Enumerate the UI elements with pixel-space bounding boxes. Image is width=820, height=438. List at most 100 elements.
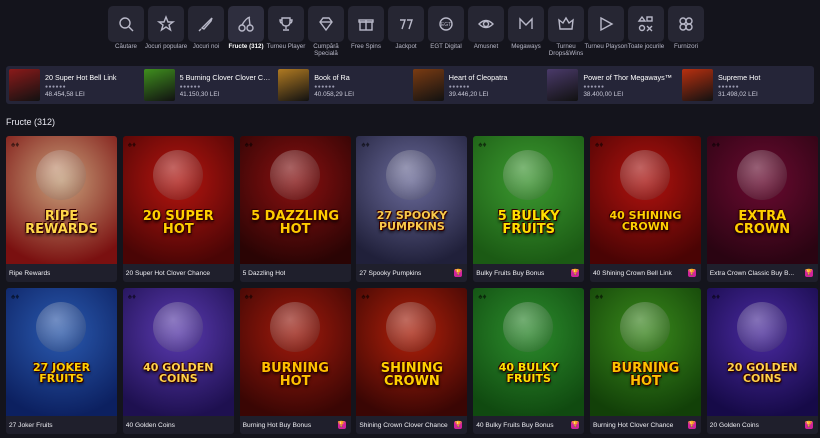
game-tile[interactable]: ♠♦ 20 SUPER HOT 20 Super Hot Clover Chance	[122, 136, 234, 282]
game-tile[interactable]: ♠♦ 5 DAZZLING HOT 5 Dazzling Hot	[239, 136, 351, 282]
category-cherry[interactable]: Fructe (312)	[228, 6, 264, 58]
game-tile[interactable]: ♠♦ 40 SHINING CROWN 40 Shining Crown Bell …	[589, 136, 701, 282]
tournament-badge-icon: 🏆	[571, 421, 580, 429]
game-name: Ripe Rewards	[9, 269, 51, 277]
jackpot-info: 5 Burning Clover Clover Ch... ●●●●●● 41.15…	[180, 73, 272, 98]
game-tile[interactable]: ♠♦ SHINING CROWN Shining Crown Clover Chan…	[356, 288, 468, 434]
tournament-badge-icon: 🏆	[454, 421, 463, 429]
tournament-badge-icon: 🏆	[687, 269, 696, 277]
tournament-badge-icon: 🏆	[804, 269, 813, 277]
category-megaways-m[interactable]: Megaways	[508, 6, 544, 58]
game-artwork: ♠♦ 40 BULKY FRUITS	[473, 288, 585, 416]
game-art-title: 5 DAZZLING HOT	[251, 209, 340, 237]
jackpot-rating: ●●●●●●	[45, 83, 67, 90]
card-suits-decoration: ♠♦	[711, 292, 721, 301]
jackpot-amount: 39.446,20 LEI	[448, 90, 489, 98]
game-tile[interactable]: ♠♦ 5 BULKY FRUITS Bulky Fruits Buy Bonus 🏆	[473, 136, 585, 282]
jackpot-item[interactable]: Book of Ra ●●●●●● 40.058,29 LEI	[275, 66, 410, 104]
jackpot-item[interactable]: Heart of Cleopatra ●●●●●● 39.446,20 LEI	[410, 66, 545, 104]
game-name: 20 Super Hot Clover Chance	[125, 269, 211, 277]
category-icon-box	[468, 6, 504, 42]
jackpot-info: Heart of Cleopatra ●●●●●● 39.446,20 LEI	[449, 73, 541, 98]
category-providers[interactable]: Furnizori	[668, 6, 704, 58]
game-tile[interactable]: ♠♦ 40 BULKY FRUITS 40 Bulky Fruits Buy Bon…	[473, 288, 585, 434]
jackpot-item[interactable]: Power of Thor Megaways™ ●●●●●● 38.400,00 L…	[544, 66, 679, 104]
game-footer: Shining Crown Clover Chance 🏆	[356, 416, 467, 434]
game-art-title: 20 GOLDEN COINS	[727, 361, 798, 385]
category-shapes[interactable]: Toate jocurile	[628, 6, 664, 58]
category-icon-box	[108, 6, 144, 42]
game-name: 40 Golden Coins	[125, 421, 175, 429]
game-symbol	[736, 150, 787, 200]
game-art-title: 40 SHINING CROWN	[609, 209, 682, 233]
jackpot-rating: ●●●●●●	[314, 83, 336, 90]
game-footer: 27 Joker Fruits	[6, 416, 117, 434]
rocket-icon	[198, 17, 213, 32]
card-suits-decoration: ♠♦	[594, 292, 604, 301]
tournament-badge-icon: 🏆	[571, 269, 580, 277]
game-artwork: ♠♦ 40 GOLDEN COINS	[122, 288, 234, 416]
game-artwork: ♠♦ BURNING HOT	[239, 288, 351, 416]
cherry-icon	[238, 16, 254, 32]
game-symbol	[269, 302, 320, 352]
game-footer: 27 Spooky Pumpkins 🏆	[356, 264, 467, 282]
game-art-title: 40 BULKY FRUITS	[498, 361, 559, 385]
game-artwork: ♠♦ 20 GOLDEN COINS	[706, 288, 818, 416]
tournament-badge-icon: 🏆	[454, 269, 463, 277]
category-diamond[interactable]: Cumpără Specială	[308, 6, 344, 58]
game-art-title: 27 JOKER FRUITS	[32, 361, 91, 385]
category-icon-box	[348, 6, 384, 42]
game-tile[interactable]: ♠♦ RIPE REWARDS Ripe Rewards	[6, 136, 117, 282]
category-icon-box	[308, 6, 344, 42]
category-sevens[interactable]: Jackpot	[388, 6, 424, 58]
game-tile[interactable]: ♠♦ 40 GOLDEN COINS 40 Golden Coins	[122, 288, 234, 434]
category-playson[interactable]: Turneu Playson	[584, 6, 628, 58]
game-footer: 40 Shining Crown Bell Link 🏆	[590, 264, 701, 282]
sevens-icon	[400, 19, 413, 30]
game-tile[interactable]: ♠♦ BURNING HOT Burning Hot Clover Chance 🏆	[589, 288, 701, 434]
game-art-title: BURNING HOT	[261, 361, 329, 389]
game-tile[interactable]: ♠♦ 27 JOKER FRUITS 27 Joker Fruits	[6, 288, 117, 434]
category-icon-box	[668, 6, 704, 42]
game-artwork: ♠♦ 5 DAZZLING HOT	[239, 136, 351, 264]
category-crown[interactable]: Turneu Drops&Wins	[548, 6, 584, 58]
egt-logo-icon: EGT	[439, 17, 453, 31]
game-tile[interactable]: ♠♦ BURNING HOT Burning Hot Buy Bonus 🏆	[239, 288, 351, 434]
game-footer: 40 Golden Coins	[123, 416, 234, 434]
jackpot-thumbnail	[412, 69, 444, 101]
jackpot-thumbnail	[278, 69, 310, 101]
game-symbol	[36, 302, 86, 352]
jackpot-info: Supreme Hot ●●●●●● 31.498,02 LEI	[718, 73, 810, 98]
jackpot-item[interactable]: 20 Super Hot Bell Link ●●●●●● 48.454,58 LE…	[6, 66, 141, 104]
category-star[interactable]: Jocuri populare	[145, 6, 187, 58]
game-footer: 5 Dazzling Hot	[240, 264, 351, 282]
category-trophy[interactable]: Turneu Player	[267, 6, 305, 58]
game-name: 5 Dazzling Hot	[242, 269, 286, 277]
category-label: Furnizori	[673, 43, 699, 50]
jackpot-item[interactable]: 5 Burning Clover Clover Ch... ●●●●●● 41.15…	[141, 66, 276, 104]
category-bar: Căutare Jocuri populare Jocuri noi Fructe (…	[108, 6, 716, 58]
star-icon	[156, 15, 176, 32]
tournament-badge-icon: 🏆	[337, 421, 346, 429]
category-search[interactable]: Căutare	[108, 6, 144, 58]
game-name: 40 Bulky Fruits Buy Bonus	[476, 421, 554, 429]
card-suits-decoration: ♠♦	[11, 292, 20, 301]
category-amusnet-eye[interactable]: Amusnet	[468, 6, 504, 58]
card-suits-decoration: ♠♦	[711, 140, 721, 149]
game-tile[interactable]: ♠♦ EXTRA CROWN Extra Crown Classic Buy B..…	[706, 136, 818, 282]
game-grid: ♠♦ RIPE REWARDS Ripe Rewards ♠♦ 20 SUPER HOT…	[6, 136, 818, 434]
category-rocket[interactable]: Jocuri noi	[188, 6, 224, 58]
category-icon-box	[508, 6, 544, 42]
jackpot-name: 5 Burning Clover Clover Ch...	[179, 72, 272, 82]
game-footer: Burning Hot Buy Bonus 🏆	[240, 416, 351, 434]
game-name: Bulky Fruits Buy Bonus	[476, 269, 545, 277]
card-suits-decoration: ♠♦	[478, 292, 487, 301]
game-art-title: SHINING CROWN	[380, 361, 444, 389]
jackpot-amount: 31.498,02 LEI	[717, 90, 758, 98]
jackpot-name: Power of Thor Megaways™	[583, 72, 672, 82]
game-tile[interactable]: ♠♦ 20 GOLDEN COINS 20 Golden Coins 🏆	[706, 288, 818, 434]
category-gift[interactable]: Free Spins	[348, 6, 384, 58]
game-tile[interactable]: ♠♦ 27 SPOOKY PUMPKINS 27 Spooky Pumpkins 🏆	[356, 136, 468, 282]
category-egt-logo[interactable]: EGT EGT Digital	[428, 6, 464, 58]
jackpot-item[interactable]: Supreme Hot ●●●●●● 31.498,02 LEI	[679, 66, 814, 104]
